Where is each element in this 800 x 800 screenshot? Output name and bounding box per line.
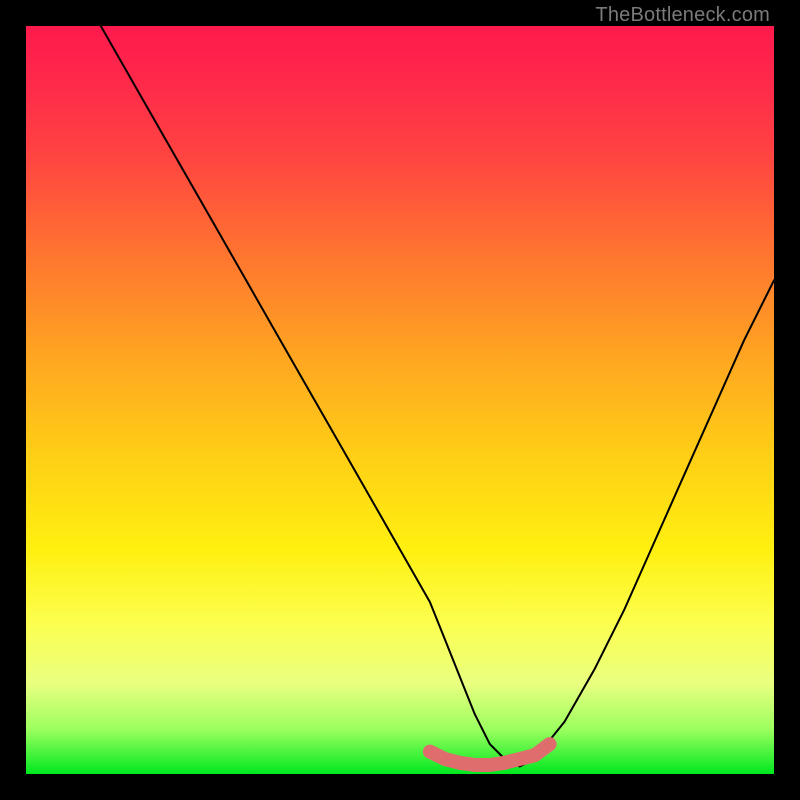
chart-frame: TheBottleneck.com [0,0,800,800]
watermark-text: TheBottleneck.com [595,4,770,27]
series-bottleneck-curve [101,26,774,767]
chart-svg [0,0,800,800]
series-flat-thick-segment [430,744,550,765]
